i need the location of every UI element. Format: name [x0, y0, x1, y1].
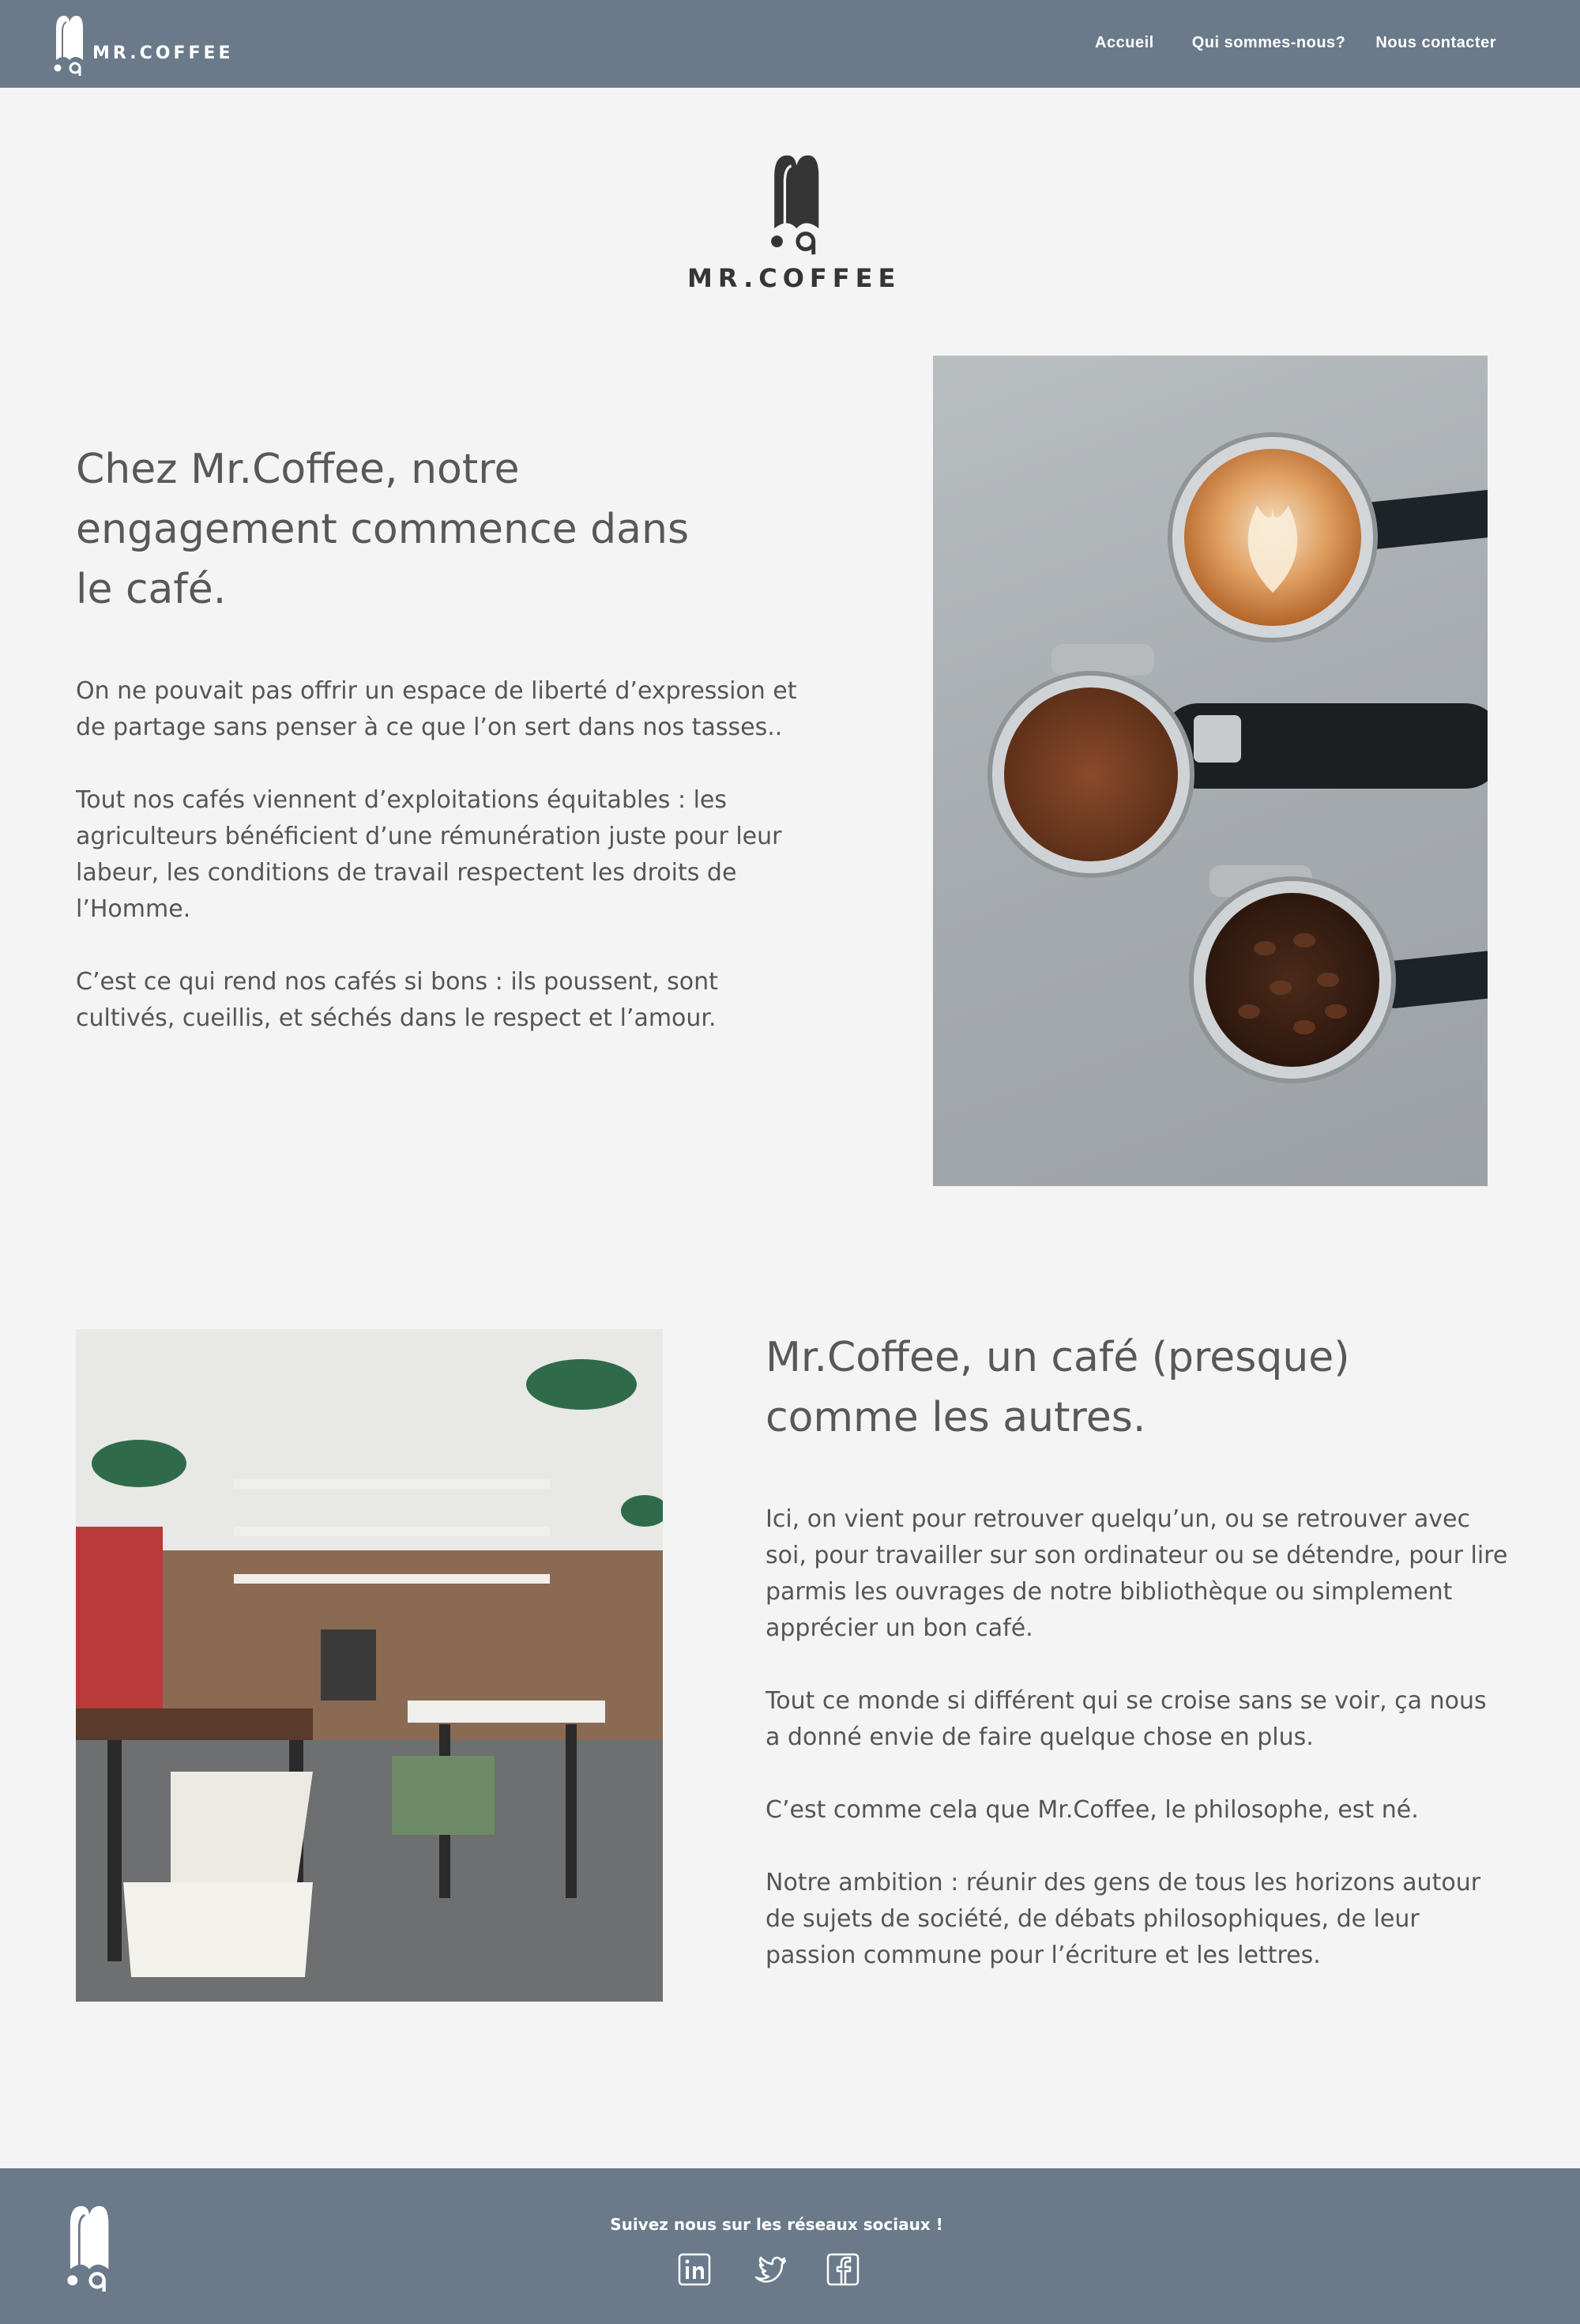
header-brand-text: MR.COFFEE: [92, 43, 234, 63]
cafe-paragraph: Ici, on vient pour retrouver quelqu’un, …: [766, 1505, 1508, 1642]
cafe-title: Mr.Coffee, un café (presque) comme les a…: [766, 1334, 1350, 1441]
linkedin-icon[interactable]: [677, 2252, 712, 2287]
coffee-logo-icon: [771, 155, 819, 254]
footer: Suivez nous sur les réseaux sociaux !: [0, 2168, 1580, 2324]
commitment-paragraph: On ne pouvait pas offrir un espace de li…: [76, 677, 797, 741]
footer-follow-text: Suivez nous sur les réseaux sociaux !: [610, 2215, 943, 2234]
cafe-paragraph: Notre ambition : réunir des gens de tous…: [766, 1869, 1481, 1969]
commitment-title: Chez Mr.Coffee, notre engagement commenc…: [76, 446, 690, 613]
coffee-portafilters-photo: [933, 356, 1488, 1186]
facebook-icon[interactable]: [826, 2252, 860, 2287]
top-navbar: MR.COFFEE Accueil Qui sommes-nous? Nous …: [0, 0, 1580, 88]
nav-link-nous-contacter[interactable]: Nous contacter: [1375, 34, 1496, 52]
header-brand-link[interactable]: MR.COFFEE: [45, 13, 234, 76]
hero-logo: MR.COFFEE: [687, 150, 901, 293]
cafe-paragraph: C’est comme cela que Mr.Coffee, le philo…: [766, 1796, 1419, 1824]
commitment-paragraph: Tout nos cafés viennent d’exploitations …: [76, 786, 782, 923]
twitter-icon[interactable]: [751, 2252, 787, 2287]
social-links: [677, 2252, 900, 2287]
main-nav: Accueil Qui sommes-nous? Nous contacter: [1095, 34, 1496, 52]
cafe-section: Mr.Coffee, un café (presque) comme les a…: [766, 1328, 1508, 1974]
coffee-logo-icon: [54, 16, 83, 76]
commitment-paragraph: C’est ce qui rend nos cafés si bons : il…: [76, 968, 718, 1032]
nav-link-qui-sommes-nous[interactable]: Qui sommes-nous?: [1192, 34, 1346, 52]
cafe-paragraph: Tout ce monde si différent qui se croise…: [766, 1687, 1487, 1751]
hero-brand-text: MR.COFFEE: [687, 263, 901, 293]
commitment-section: Chez Mr.Coffee, notre engagement commenc…: [76, 439, 811, 1037]
nav-link-accueil[interactable]: Accueil: [1095, 34, 1154, 52]
cafe-interior-photo: [76, 1329, 663, 2002]
